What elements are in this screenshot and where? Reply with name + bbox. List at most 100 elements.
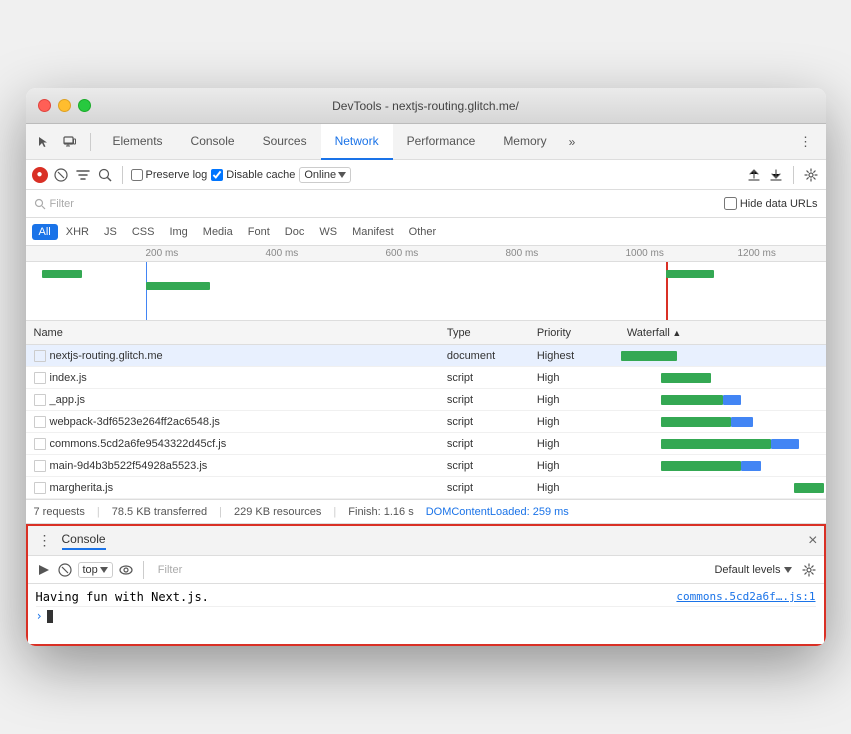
upload-icon[interactable]: [745, 166, 763, 184]
maximize-button[interactable]: [78, 99, 91, 112]
tab-memory[interactable]: Memory: [489, 124, 560, 160]
tab-network[interactable]: Network: [321, 124, 393, 160]
download-icon[interactable]: [767, 166, 785, 184]
th-name[interactable]: Name: [26, 327, 439, 339]
console-eye-button[interactable]: [117, 561, 135, 579]
console-log-message: Having fun with Next.js.: [36, 590, 209, 604]
td-name: commons.5cd2a6fe9543322d45cf.js: [26, 438, 439, 450]
th-type[interactable]: Type: [439, 327, 529, 339]
tab-console[interactable]: Console: [177, 124, 249, 160]
type-btn-all[interactable]: All: [32, 224, 58, 240]
type-btn-ws[interactable]: WS: [312, 224, 344, 240]
console-panel: ⋮ Console × top: [26, 524, 826, 646]
chevron-down-icon: [784, 567, 792, 573]
table-row[interactable]: webpack-3df6523e264ff2ac6548.js script H…: [26, 411, 826, 433]
td-name: index.js: [26, 372, 439, 384]
console-settings-icon[interactable]: [800, 561, 818, 579]
table-header: Name Type Priority Waterfall: [26, 321, 826, 345]
network-table: Name Type Priority Waterfall nextjs-rout…: [26, 321, 826, 500]
th-waterfall[interactable]: Waterfall: [619, 327, 826, 339]
sep3: |: [333, 506, 336, 518]
type-btn-manifest[interactable]: Manifest: [345, 224, 401, 240]
console-tab[interactable]: Console: [62, 532, 106, 550]
disable-cache-input[interactable]: [211, 169, 223, 181]
preserve-log-input[interactable]: [131, 169, 143, 181]
toolbar-sep-2: [122, 166, 123, 184]
clear-button[interactable]: [52, 166, 70, 184]
toolbar-icons: [30, 132, 99, 152]
file-icon: [34, 372, 46, 384]
wf-bar-green: [661, 439, 771, 449]
search-icon[interactable]: [96, 166, 114, 184]
device-icon[interactable]: [60, 132, 80, 152]
console-close-button[interactable]: ×: [808, 533, 817, 549]
console-prompt[interactable]: ›: [36, 607, 816, 625]
table-row[interactable]: nextjs-routing.glitch.me document Highes…: [26, 345, 826, 367]
table-row[interactable]: margherita.js script High: [26, 477, 826, 499]
transferred-size: 78.5 KB transferred: [112, 506, 207, 518]
console-run-button[interactable]: [34, 561, 52, 579]
type-btn-doc[interactable]: Doc: [278, 224, 312, 240]
mark-600ms: 600 ms: [386, 248, 419, 259]
more-tabs-button[interactable]: »: [561, 124, 584, 160]
settings-icon[interactable]: [802, 166, 820, 184]
console-clear-button[interactable]: [56, 561, 74, 579]
nav-tabs: Elements Console Sources Network Perform…: [99, 124, 790, 160]
table-row[interactable]: _app.js script High: [26, 389, 826, 411]
requests-count: 7 requests: [34, 506, 85, 518]
console-drag-handle[interactable]: ⋮: [34, 532, 56, 549]
console-default-levels[interactable]: Default levels: [710, 562, 795, 578]
domcontentloaded: DOMContentLoaded: 259 ms: [426, 506, 569, 518]
table-row[interactable]: index.js script High: [26, 367, 826, 389]
console-log-entry: Having fun with Next.js. commons.5cd2a6f…: [36, 588, 816, 607]
hide-data-urls-checkbox[interactable]: Hide data URLs: [724, 197, 818, 210]
wf-bar: [621, 351, 677, 361]
td-type: script: [439, 372, 529, 384]
type-btn-xhr[interactable]: XHR: [59, 224, 96, 240]
preserve-log-checkbox[interactable]: Preserve log: [131, 169, 208, 181]
wf-bar-blue: [771, 439, 799, 449]
online-select[interactable]: Online: [299, 167, 351, 183]
type-btn-media[interactable]: Media: [196, 224, 240, 240]
timeline-ruler: 200 ms 400 ms 600 ms 800 ms 1000 ms 1200…: [26, 246, 826, 262]
wf-bar-green: [661, 395, 723, 405]
tc-bar-1: [42, 270, 82, 278]
td-priority: High: [529, 394, 619, 406]
td-priority: High: [529, 372, 619, 384]
table-row[interactable]: commons.5cd2a6fe9543322d45cf.js script H…: [26, 433, 826, 455]
mark-400ms: 400 ms: [266, 248, 299, 259]
type-btn-font[interactable]: Font: [241, 224, 277, 240]
hide-data-urls-input[interactable]: [724, 197, 737, 210]
toolbar-sep-3: [793, 166, 794, 184]
td-waterfall: [619, 389, 826, 411]
td-name: nextjs-routing.glitch.me: [26, 350, 439, 362]
menu-icon[interactable]: ⋮: [796, 132, 816, 152]
type-btn-js[interactable]: JS: [97, 224, 124, 240]
type-btn-img[interactable]: Img: [162, 224, 194, 240]
type-btn-other[interactable]: Other: [402, 224, 444, 240]
tab-sources[interactable]: Sources: [249, 124, 321, 160]
cursor-icon[interactable]: [34, 132, 54, 152]
disable-cache-checkbox[interactable]: Disable cache: [211, 169, 295, 181]
filter-input-area[interactable]: Filter: [34, 198, 74, 210]
console-log-source[interactable]: commons.5cd2a6f….js:1: [676, 590, 815, 603]
type-btn-css[interactable]: CSS: [125, 224, 162, 240]
wf-bar-blue: [731, 417, 753, 427]
table-row[interactable]: main-9d4b3b522f54928a5523.js script High: [26, 455, 826, 477]
filter-icon[interactable]: [74, 166, 92, 184]
minimize-button[interactable]: [58, 99, 71, 112]
tab-elements[interactable]: Elements: [99, 124, 177, 160]
mark-1000ms: 1000 ms: [626, 248, 664, 259]
record-button[interactable]: ●: [32, 167, 48, 183]
console-filter-input[interactable]: Filter: [152, 562, 707, 578]
td-priority: High: [529, 460, 619, 472]
close-button[interactable]: [38, 99, 51, 112]
toolbar-right: ⋮: [790, 132, 822, 152]
tab-performance[interactable]: Performance: [393, 124, 490, 160]
th-priority[interactable]: Priority: [529, 327, 619, 339]
console-context-select[interactable]: top: [78, 562, 113, 578]
file-icon: [34, 460, 46, 472]
tc-bar-2: [146, 282, 210, 290]
wf-bar-blue: [723, 395, 741, 405]
top-toolbar: Elements Console Sources Network Perform…: [26, 124, 826, 160]
